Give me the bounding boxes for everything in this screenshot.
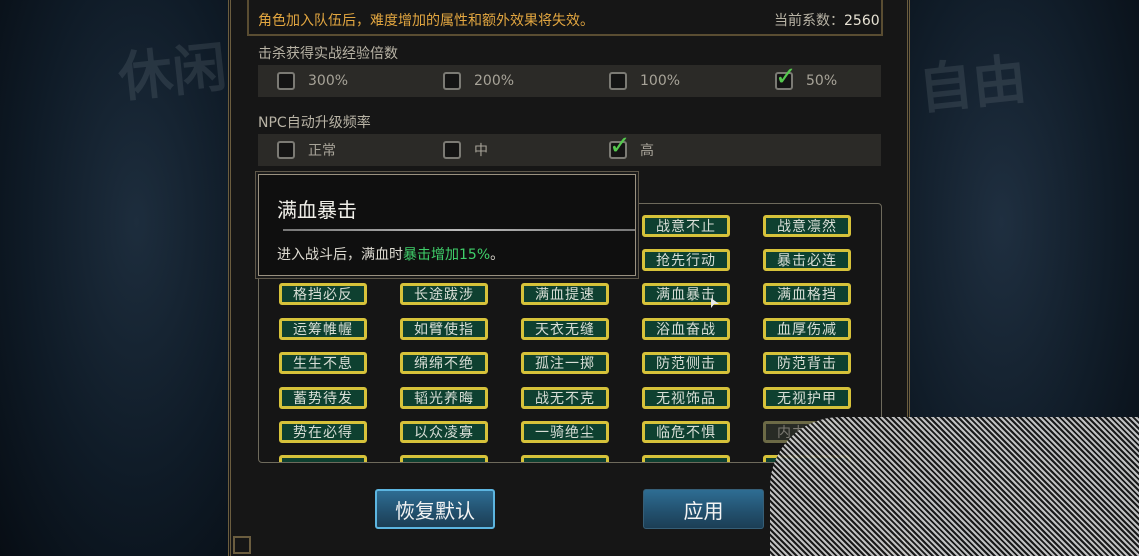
background-calligraphy-left: 休闲 bbox=[115, 34, 230, 110]
trait-tag[interactable]: 格挡必反 bbox=[279, 283, 367, 305]
checkbox[interactable] bbox=[277, 141, 295, 159]
coefficient-value: 2560 bbox=[844, 13, 880, 29]
trait-tag[interactable]: 如臂使指 bbox=[400, 318, 488, 340]
trait-tag[interactable]: 绵绵不绝 bbox=[400, 352, 488, 374]
exp-options-row: 300% 200% 100% ✓ 50% bbox=[258, 64, 881, 97]
checkbox[interactable] bbox=[609, 72, 627, 90]
trait-tag[interactable]: 蓄势待发 bbox=[279, 387, 367, 409]
option-label: 中 bbox=[474, 143, 488, 159]
trait-tag[interactable]: 满血格挡 bbox=[763, 283, 851, 305]
trait-tag[interactable]: 韬光养晦 bbox=[400, 387, 488, 409]
option-label: 高 bbox=[640, 143, 654, 159]
trait-tag[interactable]: 一骑绝尘 bbox=[521, 421, 609, 443]
trait-tag[interactable]: 暴击必连 bbox=[763, 249, 851, 271]
trait-tag[interactable]: 无视护甲 bbox=[763, 387, 851, 409]
option-label: 50% bbox=[806, 73, 838, 89]
tooltip-description: 进入战斗后，满血时暴击增加15%。 bbox=[277, 244, 504, 264]
trait-tooltip: 满血暴击 进入战斗后，满血时暴击增加15%。 bbox=[258, 174, 636, 276]
trait-tag[interactable]: 满血暴击 bbox=[642, 283, 730, 305]
trait-tag-partial[interactable] bbox=[279, 455, 367, 462]
trait-tag-partial[interactable] bbox=[642, 455, 730, 462]
option-label: 300% bbox=[308, 73, 349, 89]
trait-tag[interactable]: 战意不止 bbox=[642, 215, 730, 237]
tooltip-title: 满血暴击 bbox=[277, 198, 357, 222]
exp-option-300[interactable]: 300% bbox=[277, 65, 348, 97]
reset-default-button[interactable]: 恢复默认 bbox=[375, 489, 495, 529]
tooltip-desc-highlight: 暴击增加15% bbox=[403, 247, 491, 263]
coefficient-display: 当前系数：2560 bbox=[774, 10, 880, 30]
trait-tag[interactable]: 长途跋涉 bbox=[400, 283, 488, 305]
npc-option-medium[interactable]: 中 bbox=[443, 134, 488, 166]
trait-tag-partial[interactable] bbox=[400, 455, 488, 462]
checkmark-icon: ✓ bbox=[775, 62, 797, 92]
trait-tag[interactable]: 势在必得 bbox=[279, 421, 367, 443]
checkbox-checked[interactable]: ✓ bbox=[775, 64, 797, 90]
npc-options-row: 正常 中 ✓ 高 bbox=[258, 133, 881, 166]
trait-tag[interactable]: 战意凛然 bbox=[763, 215, 851, 237]
trait-tag[interactable]: 以众凌寡 bbox=[400, 421, 488, 443]
trait-tag[interactable]: 运筹帷幄 bbox=[279, 318, 367, 340]
coefficient-label: 当前系数： bbox=[774, 13, 844, 29]
npc-option-normal[interactable]: 正常 bbox=[277, 134, 336, 166]
trait-tag[interactable]: 防范背击 bbox=[763, 352, 851, 374]
trait-tag[interactable]: 抢先行动 bbox=[642, 249, 730, 271]
checkmark-icon: ✓ bbox=[609, 131, 631, 161]
trait-tag[interactable]: 临危不惧 bbox=[642, 421, 730, 443]
apply-button[interactable]: 应用 bbox=[643, 489, 764, 529]
trait-tag[interactable]: 防范侧击 bbox=[642, 352, 730, 374]
checkbox-checked[interactable]: ✓ bbox=[609, 133, 631, 159]
trait-tag[interactable]: 战无不克 bbox=[521, 387, 609, 409]
option-label: 200% bbox=[474, 73, 515, 89]
trait-tag-partial[interactable] bbox=[521, 455, 609, 462]
trait-tag[interactable]: 血厚伤减 bbox=[763, 318, 851, 340]
corner-ornament bbox=[233, 536, 251, 554]
background-calligraphy-right: 自由 bbox=[915, 46, 1030, 122]
checkbox[interactable] bbox=[277, 72, 295, 90]
checkbox[interactable] bbox=[443, 141, 461, 159]
tooltip-desc-prefix: 进入战斗后，满血时 bbox=[277, 247, 403, 263]
noise-overlay bbox=[770, 417, 1139, 556]
trait-tag[interactable]: 无视饰品 bbox=[642, 387, 730, 409]
trait-tag[interactable]: 天衣无缝 bbox=[521, 318, 609, 340]
trait-tag[interactable]: 生生不息 bbox=[279, 352, 367, 374]
checkbox[interactable] bbox=[443, 72, 461, 90]
exp-option-200[interactable]: 200% bbox=[443, 65, 514, 97]
trait-tag[interactable]: 浴血奋战 bbox=[642, 318, 730, 340]
exp-option-100[interactable]: 100% bbox=[609, 65, 680, 97]
tooltip-divider bbox=[283, 229, 635, 231]
npc-option-high[interactable]: ✓ 高 bbox=[609, 133, 654, 166]
npc-section-title: NPC自动升级频率 bbox=[258, 115, 371, 131]
tooltip-desc-suffix: 。 bbox=[490, 247, 505, 263]
option-label: 正常 bbox=[308, 143, 336, 159]
option-label: 100% bbox=[640, 73, 681, 89]
difficulty-notice: 角色加入队伍后，难度增加的属性和额外效果将失效。 bbox=[258, 13, 594, 29]
exp-option-50[interactable]: ✓ 50% bbox=[775, 64, 838, 97]
trait-tag[interactable]: 孤注一掷 bbox=[521, 352, 609, 374]
exp-section-title: 击杀获得实战经验倍数 bbox=[258, 46, 398, 62]
trait-tag[interactable]: 满血提速 bbox=[521, 283, 609, 305]
